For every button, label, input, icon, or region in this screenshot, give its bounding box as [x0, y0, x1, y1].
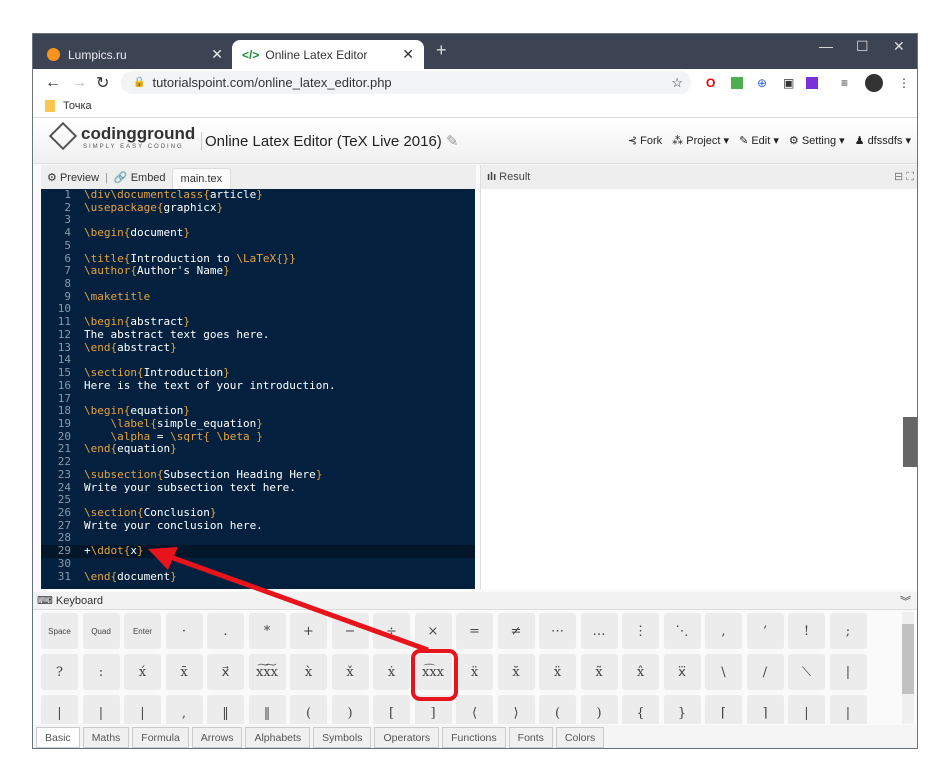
- highlight-box: [411, 649, 458, 701]
- red-arrow: [164, 552, 429, 653]
- annotation-overlay: [148, 547, 458, 701]
